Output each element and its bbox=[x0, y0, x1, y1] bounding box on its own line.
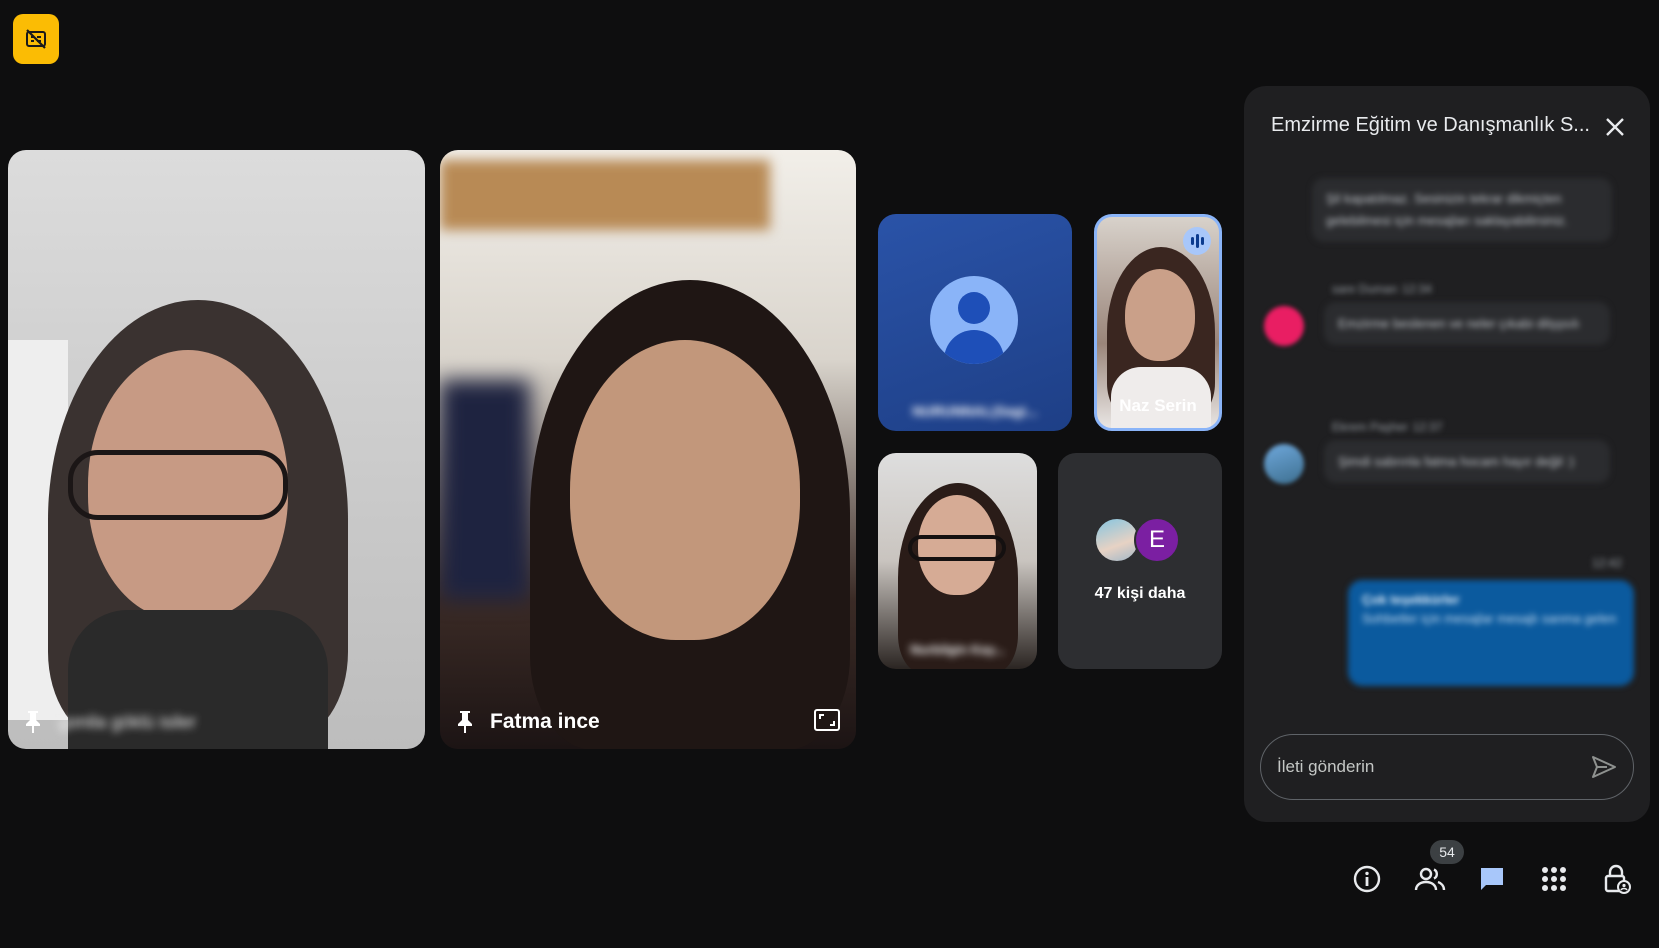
message-header-1: sare Duman 12:34 bbox=[1332, 282, 1432, 296]
message-input[interactable] bbox=[1277, 735, 1577, 799]
captions-off-badge[interactable] bbox=[13, 14, 59, 64]
message-header-2: Ekrem Paşher 12:37 bbox=[1332, 420, 1443, 434]
message-bubble-2: Şimdi sabrınla fatma hocam hayır değil :… bbox=[1324, 440, 1610, 483]
close-icon[interactable] bbox=[1602, 114, 1628, 140]
more-participants-tile[interactable]: E 47 kişi daha bbox=[1058, 453, 1222, 669]
default-avatar-icon bbox=[930, 276, 1018, 364]
face bbox=[570, 340, 800, 640]
apps-grid-icon bbox=[1542, 867, 1566, 891]
participant-name: Naz Serin bbox=[1119, 396, 1197, 415]
video-tile-1[interactable]: gonila göklü isiler bbox=[8, 150, 425, 749]
people-count-badge: 54 bbox=[1430, 840, 1464, 864]
video-tile-2[interactable]: Fatma ince bbox=[440, 150, 856, 749]
own-message-bubble: Çok teşekkürler Sohbetler için mesajlar … bbox=[1348, 580, 1634, 686]
send-icon[interactable] bbox=[1591, 755, 1617, 779]
glasses bbox=[68, 450, 288, 520]
participant-avatar-letter: E bbox=[1134, 517, 1180, 563]
closed-caption-off-icon bbox=[26, 29, 46, 49]
host-controls-button[interactable] bbox=[1600, 862, 1634, 896]
participant-name: Fatma ince bbox=[490, 710, 600, 733]
own-message-time: 12:42 bbox=[1592, 556, 1623, 570]
tile-2-label: Fatma ince bbox=[454, 709, 600, 735]
activities-button[interactable] bbox=[1537, 862, 1571, 896]
glasses bbox=[908, 535, 1006, 561]
tile-1-label: gonila göklü isiler bbox=[22, 709, 196, 735]
lock-person-icon bbox=[1604, 864, 1631, 894]
background-object bbox=[440, 380, 530, 600]
chat-icon bbox=[1481, 868, 1503, 890]
background-shelf bbox=[440, 160, 770, 230]
pin-icon[interactable] bbox=[454, 709, 476, 735]
pin-icon[interactable] bbox=[22, 709, 44, 735]
face bbox=[1125, 269, 1195, 361]
fullscreen-icon[interactable] bbox=[814, 709, 840, 731]
participant-name: gonila göklü isiler bbox=[58, 711, 197, 732]
video-tile-4[interactable]: Naz Serin bbox=[1094, 214, 1222, 431]
speaking-indicator-icon bbox=[1183, 227, 1211, 255]
sender-avatar bbox=[1264, 444, 1304, 484]
video-tile-3[interactable]: NURUNNAL(Sagi... bbox=[878, 214, 1072, 431]
info-icon bbox=[1353, 865, 1381, 893]
chat-panel-title: Emzirme Eğitim ve Danışmanlık S... bbox=[1271, 114, 1590, 136]
message-bubble-1: Emzirme beslenen ve neler çıkabi dilşşsı… bbox=[1324, 302, 1610, 345]
chat-button[interactable] bbox=[1475, 862, 1509, 896]
people-icon bbox=[1414, 867, 1446, 891]
participant-name: Nurbilgin Kay... bbox=[910, 642, 1005, 657]
meeting-info-button[interactable] bbox=[1350, 862, 1384, 896]
participant-name: NURUNNAL(Sagi... bbox=[912, 403, 1038, 419]
sender-avatar bbox=[1264, 306, 1304, 346]
video-tile-5[interactable]: Nurbilgin Kay... bbox=[878, 453, 1037, 669]
chat-panel: Emzirme Eğitim ve Danışmanlık S... Şil k… bbox=[1244, 86, 1650, 822]
people-button[interactable] bbox=[1413, 862, 1447, 896]
message-input-box[interactable] bbox=[1260, 734, 1634, 800]
more-participants-label: 47 kişi daha bbox=[1094, 585, 1186, 602]
system-note: Şil kapatılmaz. Sesinizin tekrar dikmiçt… bbox=[1312, 178, 1612, 242]
